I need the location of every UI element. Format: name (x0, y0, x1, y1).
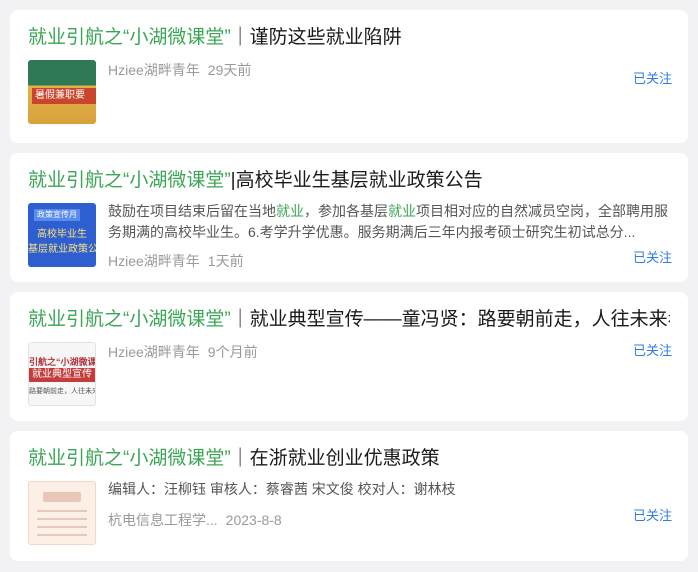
thumbnail-label: 政策宣传月 (34, 209, 80, 221)
article-meta: 杭电信息工程学... 2023-8-8 (108, 510, 670, 530)
summary-keyword: 就业 (388, 203, 416, 219)
summary-text: 鼓励在项目结束后留在当地 (108, 203, 276, 219)
title-text: ｜就业典型宣传——童冯贤：路要朝前走，人往未来看 (230, 309, 670, 330)
thumbnail-decoration (37, 510, 87, 512)
article-thumbnail[interactable] (28, 481, 96, 545)
article-summary: 编辑人：汪柳钰 审核人：蔡睿茜 宋文俊 校对人：谢林枝 (108, 481, 456, 497)
summary-keyword: 就业 (276, 203, 304, 219)
source-name[interactable]: Hziee湖畔青年 (108, 253, 200, 269)
article-thumbnail[interactable]: 暑假兼职要 (28, 60, 96, 124)
follow-status-button[interactable]: 已关注 (633, 507, 672, 525)
article-meta: Hziee湖畔青年 1天前 (108, 251, 670, 271)
source-name[interactable]: Hziee湖畔青年 (108, 62, 200, 78)
publish-date: 9个月前 (207, 344, 258, 360)
source-name[interactable]: Hziee湖畔青年 (108, 344, 200, 360)
article-thumbnail[interactable]: 引航之“小湖微课堂 就业典型宣传 路要朝前走，人往未来看 (28, 342, 96, 406)
thumbnail-decoration (37, 534, 87, 536)
title-text: |高校毕业生基层就业政策公告 (230, 170, 483, 191)
article-title[interactable]: 就业引航之“小湖微课堂”|高校毕业生基层就业政策公告 (28, 168, 670, 194)
article-card[interactable]: 就业引航之“小湖微课堂”|高校毕业生基层就业政策公告 政策宣传月 高校毕业生 基… (10, 153, 688, 282)
thumbnail-caption: 就业典型宣传 (29, 368, 95, 382)
article-title[interactable]: 就业引航之“小湖微课堂”｜在浙就业创业优惠政策 (28, 446, 670, 472)
title-highlight: 就业引航之“小湖微课堂” (28, 27, 231, 48)
title-highlight: 就业引航之“小湖微课堂” (28, 448, 231, 469)
article-title[interactable]: 就业引航之“小湖微课堂”｜谨防这些就业陷阱 (28, 25, 670, 51)
thumbnail-caption: 引航之“小湖微课堂 (29, 357, 95, 367)
publish-date: 29天前 (207, 62, 252, 78)
title-text: ｜谨防这些就业陷阱 (230, 27, 402, 48)
thumbnail-caption: 路要朝前走，人往未来看 (29, 388, 95, 395)
article-meta: Hziee湖畔青年 9个月前 (108, 342, 670, 362)
article-meta: Hziee湖畔青年 29天前 (108, 60, 670, 80)
article-title[interactable]: 就业引航之“小湖微课堂”｜就业典型宣传——童冯贤：路要朝前走，人往未来看 (28, 307, 670, 333)
follow-status-button[interactable]: 已关注 (633, 342, 672, 360)
thumbnail-decoration (37, 526, 87, 528)
article-card[interactable]: 就业引航之“小湖微课堂”｜在浙就业创业优惠政策 编辑人：汪柳钰 审核人：蔡睿茜 … (10, 431, 688, 561)
title-highlight: 就业引航之“小湖微课堂” (28, 170, 231, 191)
article-thumbnail[interactable]: 政策宣传月 高校毕业生 基层就业政策公告 (28, 203, 96, 267)
thumbnail-caption: 高校毕业生 (37, 229, 87, 240)
source-name[interactable]: 杭电信息工程学... (108, 512, 218, 528)
article-feed: 就业引航之“小湖微课堂”｜谨防这些就业陷阱 暑假兼职要 Hziee湖畔青年 29天… (0, 0, 698, 561)
article-card[interactable]: 就业引航之“小湖微课堂”｜就业典型宣传——童冯贤：路要朝前走，人往未来看 引航之… (10, 292, 688, 421)
thumbnail-decoration (37, 518, 87, 520)
title-text: ｜在浙就业创业优惠政策 (230, 448, 440, 469)
thumbnail-caption: 基层就业政策公告 (28, 244, 96, 255)
follow-status-button[interactable]: 已关注 (633, 249, 672, 267)
article-card[interactable]: 就业引航之“小湖微课堂”｜谨防这些就业陷阱 暑假兼职要 Hziee湖畔青年 29天… (10, 10, 688, 143)
publish-date: 1天前 (207, 253, 244, 269)
publish-date: 2023-8-8 (225, 512, 282, 528)
thumbnail-caption: 暑假兼职要 (32, 88, 96, 104)
title-highlight: 就业引航之“小湖微课堂” (28, 309, 231, 330)
summary-text: ，参加各基层 (304, 203, 388, 219)
article-summary: 鼓励在项目结束后留在当地就业，参加各基层就业项目相对应的自然减员空岗，全部聘用服… (108, 201, 670, 243)
follow-status-button[interactable]: 已关注 (633, 70, 672, 88)
thumbnail-decoration (43, 492, 81, 502)
